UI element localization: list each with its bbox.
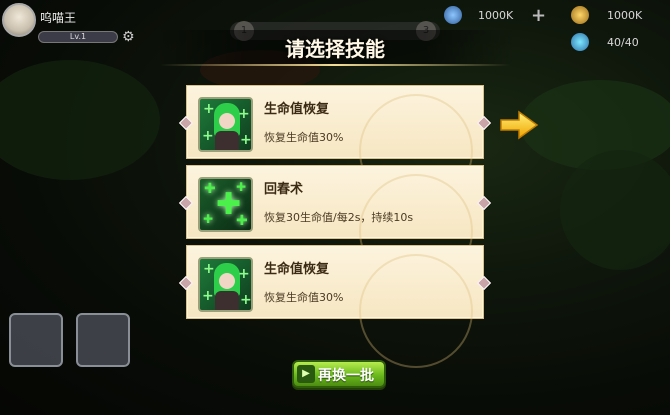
avatar[interactable] (2, 3, 36, 37)
skill-card[interactable]: + + + + 生命值恢复 恢复生命值30% (178, 245, 492, 368)
empty-skill-slot[interactable] (76, 313, 130, 367)
skill-name: 生命值恢复 (264, 102, 330, 117)
skill-name: 回春术 (264, 182, 304, 197)
skill-card[interactable]: ✚ ✚ ✚ ✚ ✚ 回春术 恢复30生命值/每2s，持续10s (178, 165, 492, 288)
empty-skill-slot[interactable] (9, 313, 63, 367)
skill-description: 恢复生命值30% (264, 291, 344, 304)
player-name: 呜喵王 (40, 11, 77, 25)
crystal-count: 1000K (478, 9, 514, 22)
page-title: 请选择技能 (285, 37, 385, 61)
video-play-icon: ▶ (297, 365, 315, 383)
add-crystal-button[interactable]: + (531, 5, 546, 26)
hero-heal-icon: + + + + (198, 97, 253, 152)
skill-description: 恢复生命值30% (264, 131, 344, 144)
crystal-icon (444, 6, 462, 24)
skill-card[interactable]: + + + + 生命值恢复 恢复生命值30% (178, 85, 492, 208)
coin-count: 1000K (607, 9, 643, 22)
refresh-button[interactable]: ▶ 再换一批 (292, 360, 386, 388)
coin-icon (571, 6, 589, 24)
refresh-button-label: 再换一批 (318, 368, 374, 384)
hero-heal-icon: + + + + (198, 257, 253, 312)
green-cross-heal-icon: ✚ ✚ ✚ ✚ ✚ (198, 177, 253, 232)
arrow-right-icon (500, 110, 539, 140)
skill-description: 恢复30生命值/每2s，持续10s (264, 211, 414, 224)
skill-name: 生命值恢复 (264, 262, 330, 277)
title-divider (160, 64, 510, 66)
